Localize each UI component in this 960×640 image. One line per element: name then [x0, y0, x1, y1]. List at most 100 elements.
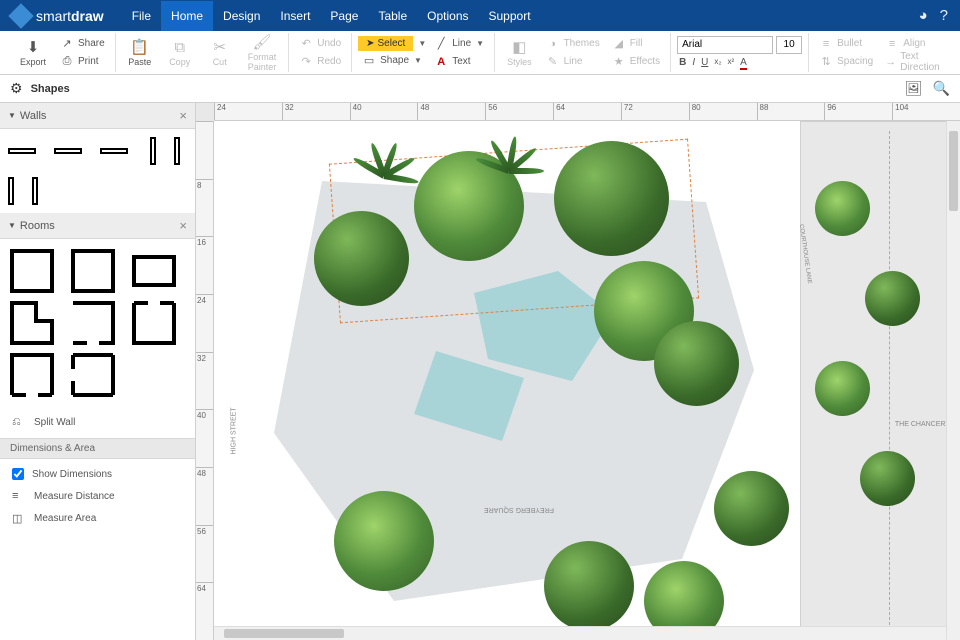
- room-shape[interactable]: [132, 301, 176, 345]
- export-button[interactable]: ⬇Export: [14, 36, 52, 69]
- menubar-right: ◕ ?: [919, 7, 948, 24]
- align-button[interactable]: ≡Align: [881, 35, 946, 52]
- room-shape[interactable]: [132, 249, 176, 293]
- wall-shape[interactable]: [100, 148, 128, 154]
- plan-label-chancery: THE CHANCERY: [895, 421, 950, 428]
- shape-tool-button[interactable]: ▭Shape▼: [358, 52, 426, 69]
- walls-panel-header[interactable]: ▼ Walls ×: [0, 103, 195, 129]
- ruler-tick: 72: [621, 103, 689, 120]
- line-tool-button[interactable]: ╱Line▼: [430, 35, 488, 52]
- menu-design[interactable]: Design: [213, 1, 270, 31]
- ruler-tick: 8: [196, 179, 213, 237]
- menu-page[interactable]: Page: [320, 1, 368, 31]
- ruler-tick: 32: [282, 103, 350, 120]
- wall-shape[interactable]: [32, 177, 38, 205]
- ruler-tick: [196, 121, 213, 179]
- line-style-button[interactable]: ✎Line: [542, 53, 604, 70]
- wall-shape[interactable]: [150, 137, 156, 165]
- split-wall-tool[interactable]: ⎌Split Wall: [0, 411, 195, 434]
- help-icon[interactable]: ?: [940, 7, 948, 24]
- font-color-button[interactable]: A: [740, 57, 747, 70]
- measure-distance-tool[interactable]: ≡Measure Distance: [0, 485, 195, 507]
- spacing-button[interactable]: ⇅Spacing: [815, 53, 877, 70]
- themes-button[interactable]: ◑Themes: [542, 35, 604, 52]
- drawing-canvas[interactable]: FREYBERG SQUARE HIGH STREET THE CHANCERY…: [214, 121, 960, 640]
- rooms-panel-header[interactable]: ▼ Rooms ×: [0, 213, 195, 239]
- bold-button[interactable]: B: [679, 57, 686, 70]
- select-dropdown-icon[interactable]: ▼: [418, 39, 426, 48]
- ruler-tick: 40: [350, 103, 418, 120]
- room-shape[interactable]: [71, 301, 115, 345]
- bullet-button[interactable]: ≡Bullet: [815, 35, 877, 52]
- redo-button[interactable]: ↷Redo: [295, 53, 345, 70]
- vertical-ruler: 816243240485664: [196, 121, 214, 640]
- image-icon[interactable]: 🖼: [905, 80, 923, 97]
- room-shape[interactable]: [71, 353, 115, 397]
- show-dimensions-toggle[interactable]: Show Dimensions: [0, 463, 195, 485]
- collapse-icon: ▼: [8, 221, 16, 230]
- styles-button[interactable]: ◧Styles: [501, 36, 538, 69]
- text-direction-button[interactable]: →Text Direction: [881, 53, 946, 70]
- menu-table[interactable]: Table: [368, 1, 417, 31]
- text-tool-button[interactable]: AText: [430, 53, 488, 70]
- ruler-tick: 24: [214, 103, 282, 120]
- format-painter-button[interactable]: 🖌Format Painter: [242, 31, 283, 74]
- plan-label-square: FREYBERG SQUARE: [484, 506, 554, 513]
- room-shape[interactable]: [10, 249, 54, 293]
- font-format-buttons: B I U x₂ x² A: [677, 57, 802, 70]
- ribbon-group-undo: ↶Undo ↷Redo: [289, 33, 352, 72]
- wall-shape[interactable]: [174, 137, 180, 165]
- horizontal-scrollbar[interactable]: [214, 626, 946, 640]
- wall-shape[interactable]: [8, 148, 36, 154]
- ribbon-group-clipboard: 📋Paste ⧉Copy ✂Cut 🖌Format Painter: [116, 33, 290, 72]
- menu-home[interactable]: Home: [161, 1, 213, 31]
- vertical-scrollbar[interactable]: [946, 121, 960, 640]
- menu-insert[interactable]: Insert: [270, 1, 320, 31]
- menu-options[interactable]: Options: [417, 1, 478, 31]
- shapes-sidebar: ▼ Walls × ▼ Rooms ×: [0, 103, 196, 640]
- rooms-label: Rooms: [20, 220, 55, 232]
- room-shape[interactable]: [10, 301, 54, 345]
- room-shape[interactable]: [71, 249, 115, 293]
- ruler-tick: 48: [196, 467, 213, 525]
- ruler-tick: 80: [689, 103, 757, 120]
- copy-button[interactable]: ⧉Copy: [162, 36, 198, 69]
- ruler-tick: 104: [892, 103, 960, 120]
- ruler-tick: 16: [196, 236, 213, 294]
- close-icon[interactable]: ×: [179, 218, 187, 233]
- print-button[interactable]: ⎙Print: [56, 53, 109, 70]
- ribbon-group-file: ⬇Export ↗Share ⎙Print: [8, 33, 116, 72]
- select-tool-button[interactable]: ➤Select: [358, 36, 413, 51]
- room-shape[interactable]: [10, 353, 54, 397]
- close-icon[interactable]: ×: [179, 108, 187, 123]
- menu-file[interactable]: File: [122, 1, 161, 31]
- wall-shape[interactable]: [8, 177, 14, 205]
- top-menubar: smartdraw File Home Design Insert Page T…: [0, 0, 960, 31]
- font-size-input[interactable]: [776, 36, 802, 54]
- menu-support[interactable]: Support: [479, 1, 541, 31]
- measure-area-tool[interactable]: ◫Measure Area: [0, 507, 195, 530]
- share-button[interactable]: ↗Share: [56, 35, 109, 52]
- paste-button[interactable]: 📋Paste: [122, 36, 158, 69]
- subscript-button[interactable]: x₂: [714, 57, 721, 70]
- menu-items: File Home Design Insert Page Table Optio…: [122, 1, 541, 31]
- logo-text: smartdraw: [36, 8, 104, 24]
- italic-button[interactable]: I: [692, 57, 695, 70]
- superscript-button[interactable]: x²: [727, 57, 734, 70]
- ribbon-group-font: B I U x₂ x² A: [671, 33, 809, 72]
- shapes-title: Shapes: [31, 83, 70, 95]
- undo-button[interactable]: ↶Undo: [295, 35, 345, 52]
- gear-icon[interactable]: ⚙: [10, 80, 23, 97]
- fill-button[interactable]: ◢Fill: [608, 35, 664, 52]
- effects-button[interactable]: ★Effects: [608, 53, 664, 70]
- wall-shape[interactable]: [54, 148, 82, 154]
- cut-button[interactable]: ✂Cut: [202, 36, 238, 69]
- dimensions-area-header: Dimensions & Area: [0, 438, 195, 459]
- ruler-tick: 48: [417, 103, 485, 120]
- font-name-input[interactable]: [677, 36, 773, 54]
- notification-icon[interactable]: ◕: [919, 7, 928, 24]
- search-icon[interactable]: 🔍: [933, 80, 950, 97]
- show-dim-checkbox[interactable]: [12, 468, 24, 480]
- underline-button[interactable]: U: [701, 57, 708, 70]
- ruler-tick: 32: [196, 352, 213, 410]
